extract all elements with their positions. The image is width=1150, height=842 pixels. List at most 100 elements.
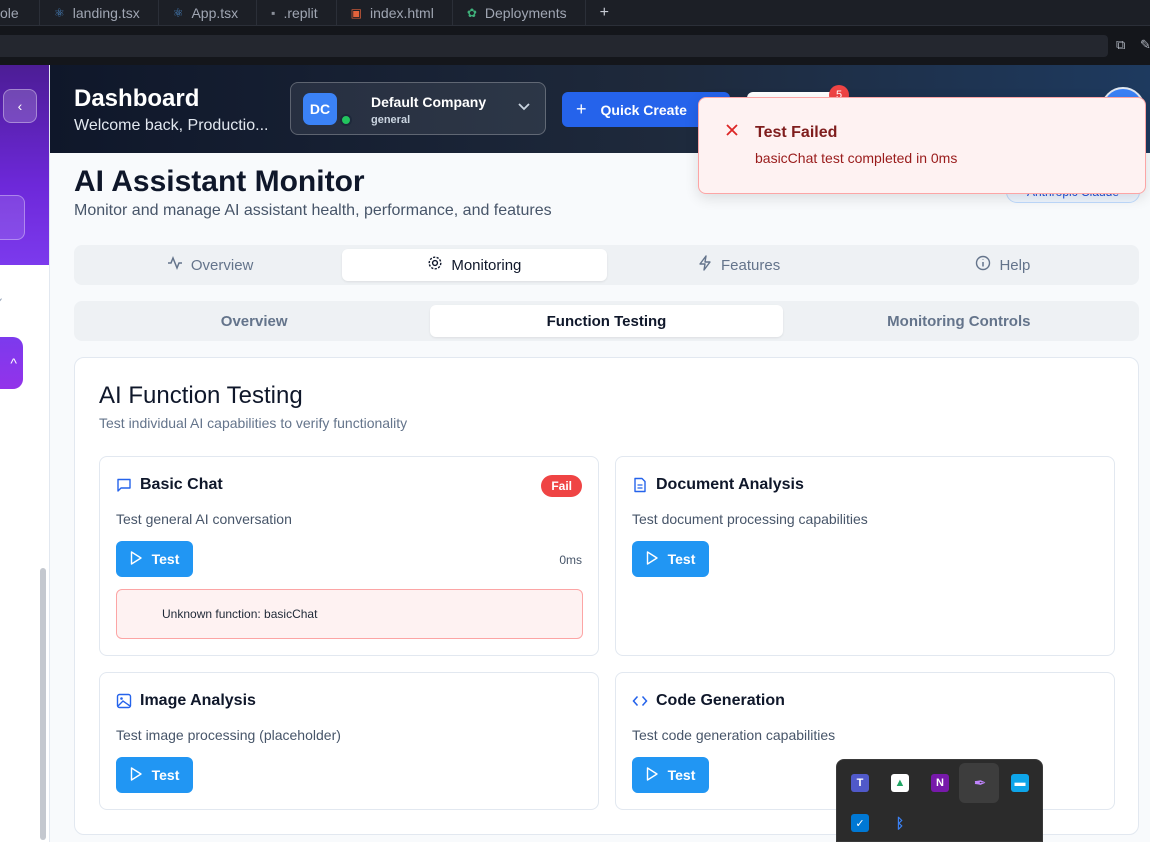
play-icon	[130, 550, 142, 568]
editor-tab-label: index.html	[370, 4, 434, 21]
editor-tab[interactable]: ole	[0, 0, 40, 26]
test-card-basic-chat: Basic Chat Fail Test general AI conversa…	[99, 456, 599, 656]
editor-tab-app[interactable]: ⚛ App.tsx	[159, 0, 258, 26]
company-role: general	[371, 114, 411, 126]
editor-tab-label: ole	[0, 4, 19, 21]
sidebar-active-item[interactable]: ^	[0, 337, 23, 389]
quick-create-label: Quick Create	[600, 101, 687, 118]
replit-icon: ▪	[271, 5, 276, 20]
editor-tab-label: .replit	[283, 4, 318, 21]
url-field[interactable]	[0, 35, 1108, 57]
gear-icon	[427, 255, 443, 275]
error-message: Unknown function: basicChat	[116, 589, 583, 639]
code-icon	[632, 693, 648, 709]
editor-tab-label: landing.tsx	[72, 4, 140, 21]
activity-icon	[167, 255, 183, 275]
panel-title: AI Function Testing	[99, 382, 303, 409]
tab-label: Monitoring	[451, 256, 522, 274]
file-text-icon	[632, 477, 648, 493]
status-badge: Fail	[541, 475, 582, 497]
chevron-left-icon: ‹	[17, 98, 23, 114]
image-icon	[116, 693, 132, 709]
test-card-image-analysis: Image Analysis Test image processing (pl…	[99, 672, 599, 810]
card-title: Image Analysis	[140, 692, 256, 709]
card-description: Test document processing capabilities	[632, 511, 868, 527]
sidebar-workspace-switcher[interactable]	[0, 195, 25, 240]
zap-icon	[697, 255, 713, 275]
tab-label: Help	[999, 256, 1031, 274]
tab-monitoring[interactable]: Monitoring	[342, 249, 607, 281]
company-name: Default Company	[371, 94, 487, 110]
edit-icon[interactable]: ✎	[1140, 37, 1150, 53]
test-button-label: Test	[667, 551, 696, 567]
play-icon	[646, 766, 658, 784]
subtab-function-testing[interactable]: Function Testing	[430, 305, 783, 337]
test-duration: 0ms	[559, 553, 582, 567]
window-icon[interactable]: ▬	[1011, 774, 1029, 792]
card-description: Test code generation capabilities	[632, 727, 836, 743]
test-button[interactable]: Test	[632, 757, 709, 793]
tab-overview[interactable]: Overview	[78, 249, 342, 281]
html-icon: ▣	[350, 5, 363, 20]
card-title: Document Analysis	[656, 476, 804, 493]
sidebar-scrollbar[interactable]	[40, 568, 46, 840]
page-subtitle: Monitor and manage AI assistant health, …	[74, 202, 552, 219]
chevron-down-icon	[518, 100, 530, 114]
message-square-icon	[116, 477, 132, 493]
test-button[interactable]: Test	[632, 541, 709, 577]
test-button-label: Test	[151, 767, 180, 783]
test-button-label: Test	[667, 767, 696, 783]
react-icon: ⚛	[54, 5, 65, 20]
preview-url-bar: ⧉ ✎	[0, 26, 1150, 65]
sub-tabs: Overview Function Testing Monitoring Con…	[74, 301, 1139, 341]
subtab-overview[interactable]: Overview	[78, 305, 430, 337]
editor-tab-landing[interactable]: ⚛ landing.tsx	[40, 0, 159, 26]
chevron-up-icon: ^	[10, 355, 17, 371]
company-switcher[interactable]: DC Default Company general	[290, 82, 546, 135]
toast-title: Test Failed	[755, 124, 838, 141]
play-icon	[130, 766, 142, 784]
devices-icon[interactable]: ⧉	[1116, 37, 1132, 53]
test-button[interactable]: Test	[116, 757, 193, 793]
editor-tab-index[interactable]: ▣ index.html	[337, 0, 453, 26]
header-subtitle: Welcome back, Productio...	[74, 117, 269, 134]
plus-icon: +	[576, 99, 587, 119]
online-status-dot	[340, 114, 352, 126]
deploy-icon: ✿	[466, 5, 477, 20]
collapse-sidebar-button[interactable]: ‹	[3, 89, 37, 123]
onenote-icon[interactable]: N	[931, 774, 949, 792]
editor-tab-replit[interactable]: ▪ .replit	[257, 0, 337, 26]
main-tabs: Overview Monitoring Features Help	[74, 245, 1139, 285]
close-icon[interactable]	[725, 123, 739, 142]
feather-icon[interactable]: ✒	[971, 774, 989, 792]
toast-description: basicChat test completed in 0ms	[755, 150, 958, 166]
play-icon	[646, 550, 658, 568]
system-tray-overflow: T ▲ N ✒ ▬ ✓ ᛒ	[836, 759, 1043, 842]
sidebar: ‹ ✓ ^	[0, 65, 50, 842]
react-icon: ⚛	[172, 5, 184, 20]
bluetooth-icon[interactable]: ᛒ	[891, 814, 909, 832]
toast-notification[interactable]: Test Failed basicChat test completed in …	[698, 97, 1146, 194]
card-description: Test image processing (placeholder)	[116, 727, 341, 743]
defender-shield-icon[interactable]: ✓	[851, 814, 869, 832]
test-button[interactable]: Test	[116, 541, 193, 577]
tab-label: Overview	[190, 256, 254, 274]
tab-features[interactable]: Features	[607, 249, 871, 281]
editor-tab-deployments[interactable]: ✿ Deployments	[453, 0, 586, 26]
test-button-label: Test	[151, 551, 180, 567]
page-title: AI Assistant Monitor	[74, 165, 365, 198]
teams-icon[interactable]: T	[851, 774, 869, 792]
company-avatar: DC	[303, 93, 337, 125]
editor-tab-label: App.tsx	[191, 4, 239, 21]
chevron-down-icon[interactable]: ✓	[0, 295, 4, 309]
test-card-document-analysis: Document Analysis Test document processi…	[615, 456, 1115, 656]
tab-label: Features	[721, 256, 781, 274]
new-tab-button[interactable]: +	[586, 0, 623, 26]
info-icon	[975, 255, 991, 275]
header-title: Dashboard	[74, 85, 200, 112]
panel-subtitle: Test individual AI capabilities to verif…	[99, 415, 408, 431]
subtab-monitoring-controls[interactable]: Monitoring Controls	[783, 305, 1135, 337]
tab-help[interactable]: Help	[871, 249, 1135, 281]
google-drive-icon[interactable]: ▲	[891, 774, 909, 792]
card-title: Code Generation	[656, 692, 785, 709]
